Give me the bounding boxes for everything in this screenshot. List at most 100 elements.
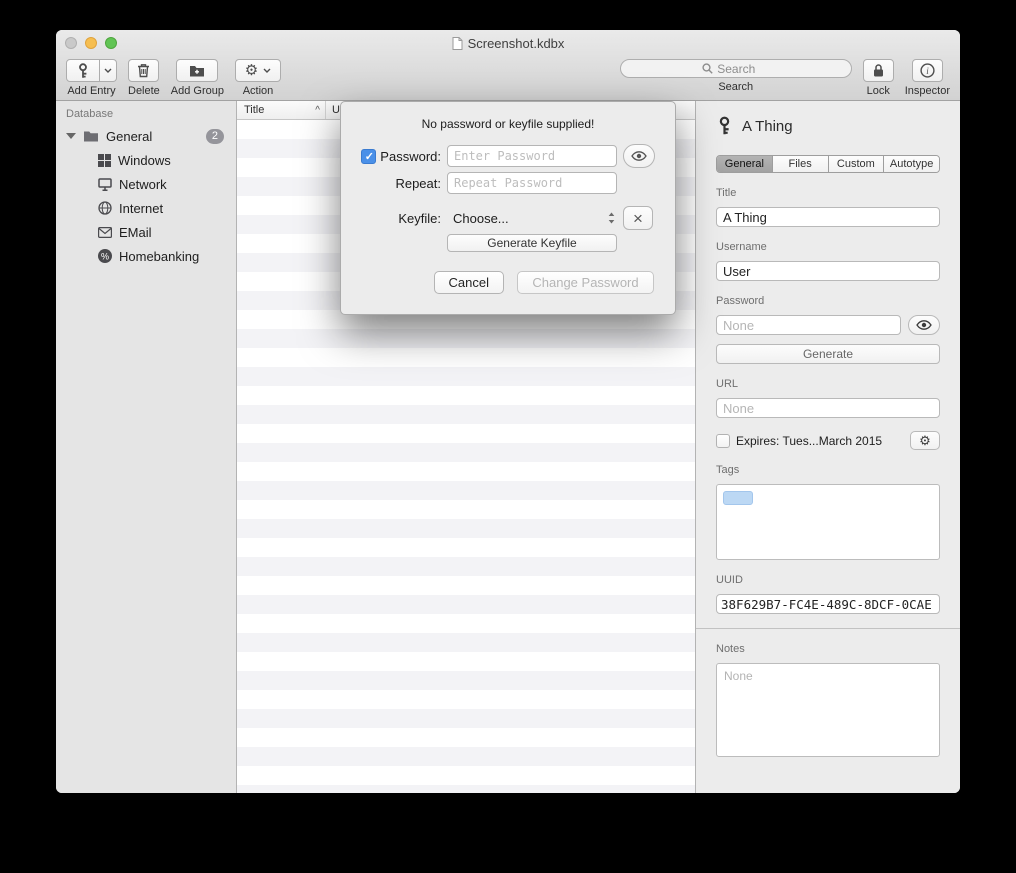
sidebar-item-email[interactable]: EMail xyxy=(56,220,236,244)
enter-password-input[interactable] xyxy=(447,145,617,167)
network-icon xyxy=(98,178,112,191)
repeat-password-input[interactable] xyxy=(447,172,617,194)
add-entry-button[interactable] xyxy=(66,59,100,82)
chevron-down-icon xyxy=(263,68,271,73)
window-chrome: Screenshot.kdbx Add Ent xyxy=(56,30,960,101)
sidebar-item-network[interactable]: Network xyxy=(56,172,236,196)
titlebar: Screenshot.kdbx xyxy=(56,30,960,56)
zoom-button[interactable] xyxy=(105,37,117,49)
tab-files[interactable]: Files xyxy=(773,156,829,172)
tags-field[interactable] xyxy=(716,484,940,560)
cancel-button[interactable]: Cancel xyxy=(434,271,504,294)
sidebar-item-label: Internet xyxy=(119,201,163,216)
tab-general[interactable]: General xyxy=(717,156,773,172)
reveal-password-button[interactable] xyxy=(908,315,940,335)
title-field[interactable] xyxy=(716,207,940,227)
action-label: Action xyxy=(243,85,274,97)
folder-icon xyxy=(83,130,99,143)
sidebar-item-label: Homebanking xyxy=(119,249,199,264)
url-field[interactable] xyxy=(716,398,940,418)
envelope-icon xyxy=(98,227,112,238)
entry-header: A Thing xyxy=(716,115,940,137)
sidebar-item-homebanking[interactable]: % Homebanking xyxy=(56,244,236,268)
search-field[interactable] xyxy=(620,59,852,78)
action-button[interactable]: ⚙ xyxy=(235,59,281,82)
tool-lock: Lock xyxy=(863,59,894,97)
minimize-button[interactable] xyxy=(85,37,97,49)
tag-chip[interactable] xyxy=(723,491,753,505)
inspector-button[interactable]: i xyxy=(912,59,943,82)
tool-search: Search xyxy=(620,59,852,93)
add-group-button[interactable] xyxy=(176,59,218,82)
tags-label: Tags xyxy=(716,464,940,476)
eye-icon xyxy=(916,320,932,330)
traffic-lights xyxy=(65,37,117,49)
username-label: Username xyxy=(716,241,940,253)
delete-label: Delete xyxy=(128,85,160,97)
clear-keyfile-button[interactable]: × xyxy=(623,206,653,230)
add-entry-dropdown-button[interactable] xyxy=(100,59,117,82)
dialog-password-label: Password: xyxy=(380,149,441,164)
password-field[interactable] xyxy=(716,315,901,335)
keyfile-dropdown-value: Choose... xyxy=(453,211,509,226)
sidebar-item-label: Network xyxy=(119,177,167,192)
change-password-button[interactable]: Change Password xyxy=(517,271,654,294)
url-label: URL xyxy=(716,378,940,390)
sidebar-item-windows[interactable]: Windows xyxy=(56,148,236,172)
globe-icon xyxy=(98,201,112,215)
title-label: Title xyxy=(716,187,940,199)
add-entry-label: Add Entry xyxy=(67,85,115,97)
keyfile-dropdown[interactable]: Choose... xyxy=(447,207,617,229)
windows-icon xyxy=(98,154,111,167)
uuid-field[interactable] xyxy=(716,594,940,614)
sidebar-item-internet[interactable]: Internet xyxy=(56,196,236,220)
expires-options-button[interactable]: ⚙ xyxy=(910,431,940,450)
column-header-title[interactable]: Title xyxy=(237,101,326,119)
search-input[interactable] xyxy=(717,62,769,76)
search-label: Search xyxy=(718,81,753,93)
generate-password-button[interactable]: Generate xyxy=(716,344,940,364)
window-title-text: Screenshot.kdbx xyxy=(468,36,565,51)
expires-checkbox[interactable] xyxy=(716,434,730,448)
lock-button[interactable] xyxy=(863,59,894,82)
notes-placeholder: None xyxy=(724,669,753,683)
inspector-panel: A Thing General Files Custom Autotype Ti… xyxy=(695,101,960,793)
password-checkbox[interactable] xyxy=(361,149,376,164)
notes-field[interactable]: None xyxy=(716,663,940,757)
tool-delete: Delete xyxy=(128,59,160,97)
window-title: Screenshot.kdbx xyxy=(452,36,565,51)
column-title-label: Title xyxy=(244,104,264,116)
dialog-repeat-label: Repeat: xyxy=(395,176,441,191)
gear-icon: ⚙ xyxy=(245,63,258,78)
tool-add-entry: Add Entry xyxy=(66,59,117,97)
stepper-icon xyxy=(608,212,615,224)
tab-custom[interactable]: Custom xyxy=(829,156,885,172)
close-button[interactable] xyxy=(65,37,77,49)
tool-add-group: Add Group xyxy=(171,59,224,97)
repeat-row: Repeat: xyxy=(341,172,675,194)
sort-ascending-icon xyxy=(315,105,320,116)
disclosure-triangle-icon[interactable] xyxy=(66,133,76,139)
tab-autotype[interactable]: Autotype xyxy=(884,156,939,172)
username-field[interactable] xyxy=(716,261,940,281)
key-plus-icon xyxy=(76,63,90,79)
tool-action: ⚙ Action xyxy=(235,59,281,97)
inspector-label: Inspector xyxy=(905,85,950,97)
add-group-label: Add Group xyxy=(171,85,224,97)
notes-section: Notes None xyxy=(696,628,960,771)
notes-label: Notes xyxy=(716,643,940,655)
close-x-icon: × xyxy=(633,210,643,227)
reveal-password-button[interactable] xyxy=(623,144,655,168)
column-username-label: U xyxy=(332,104,340,116)
expires-label: Expires: Tues...March 2015 xyxy=(736,434,882,448)
svg-text:i: i xyxy=(926,66,929,76)
key-icon xyxy=(716,116,733,136)
trash-icon xyxy=(137,63,150,78)
document-icon xyxy=(452,37,463,50)
gear-icon: ⚙ xyxy=(919,433,931,449)
sidebar-group-general[interactable]: General 2 xyxy=(56,124,236,148)
app-window: Screenshot.kdbx Add Ent xyxy=(56,30,960,793)
delete-button[interactable] xyxy=(128,59,159,82)
generate-keyfile-button[interactable]: Generate Keyfile xyxy=(447,234,617,252)
sidebar: Database General 2 Windows Network xyxy=(56,101,237,793)
